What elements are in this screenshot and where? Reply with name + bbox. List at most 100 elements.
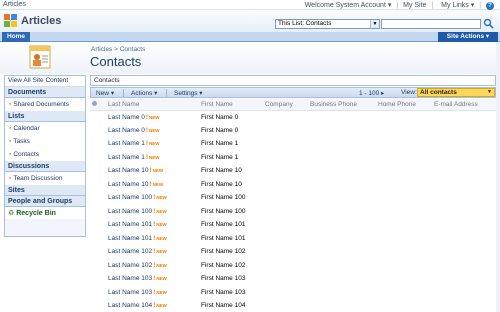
help-icon[interactable]: ? <box>486 2 494 10</box>
search-input[interactable] <box>381 19 481 29</box>
first-name-cell: First Name 104 <box>201 302 246 310</box>
nav-head-discussions[interactable]: Discussions <box>5 161 85 172</box>
new-item-icon: ! <box>153 207 156 215</box>
breadcrumb[interactable]: Articles > Contacts <box>91 46 145 53</box>
table-row[interactable]: Last Name 0!NEW First Name 0 <box>90 124 496 138</box>
nav-head-documents[interactable]: Documents <box>5 87 85 98</box>
table-row[interactable]: Last Name 0!NEW First Name 0 <box>90 110 496 124</box>
table-row[interactable]: Last Name 103!NEW First Name 103 <box>90 272 496 286</box>
last-name-link[interactable]: Last Name 1 <box>108 140 145 147</box>
my-links-menu[interactable]: My Links ▾ <box>438 2 474 9</box>
last-name-link[interactable]: Last Name 100 <box>108 194 152 201</box>
column-header-first-name[interactable]: First Name <box>199 99 263 111</box>
search-icon[interactable] <box>483 18 494 29</box>
page-title: Contacts <box>90 54 142 69</box>
last-name-link[interactable]: Last Name 102 <box>108 248 152 255</box>
table-row[interactable]: Last Name 100!NEW First Name 100 <box>90 191 496 205</box>
search-scope-select[interactable]: This List: Contacts ▼ <box>275 19 380 29</box>
new-badge: NEW <box>156 262 167 268</box>
table-row[interactable]: Last Name 100!NEW First Name 100 <box>90 205 496 219</box>
column-header-home-phone[interactable]: Home Phone <box>376 99 432 111</box>
welcome-menu[interactable]: Welcome System Account ▾ <box>302 2 392 9</box>
title-area: Articles This List: Contacts ▼ <box>0 10 500 32</box>
quick-launch: View All Site Content Documents ▪ Shared … <box>4 75 86 237</box>
bullet-icon: ▪ <box>9 138 12 145</box>
first-name-cell: First Name 100 <box>201 207 246 215</box>
bullet-icon: ▪ <box>9 125 12 132</box>
last-name-link[interactable]: Last Name 1 <box>108 154 145 161</box>
nav-head-lists[interactable]: Lists <box>5 111 85 122</box>
actions-menu[interactable]: Actions ▾ <box>131 89 157 97</box>
nav-item-shared-documents[interactable]: ▪ Shared Documents <box>5 98 85 111</box>
new-badge: NEW <box>149 127 160 133</box>
new-item-icon: ! <box>153 261 156 269</box>
last-name-link[interactable]: Last Name 0 <box>108 114 145 121</box>
table-row[interactable]: Last Name 10!NEW First Name 10 <box>90 164 496 178</box>
new-badge: NEW <box>149 154 160 160</box>
column-header-email[interactable]: E-mail Address <box>432 99 496 111</box>
first-name-cell: First Name 0 <box>201 113 239 121</box>
attachment-column-icon[interactable] <box>90 99 106 111</box>
new-item-icon: ! <box>153 275 156 283</box>
my-site-link[interactable]: My Site <box>403 2 426 9</box>
last-name-link[interactable]: Last Name 102 <box>108 262 152 269</box>
nav-head-sites[interactable]: Sites <box>5 185 85 196</box>
new-item-icon: ! <box>153 288 156 296</box>
new-item-icon: ! <box>145 113 149 121</box>
last-name-link[interactable]: Last Name 10 <box>108 167 148 174</box>
column-header-company[interactable]: Company <box>263 99 308 111</box>
tab-home[interactable]: Home <box>2 32 30 42</box>
table-row[interactable]: Last Name 104!NEW First Name 104 <box>90 299 496 312</box>
last-name-link[interactable]: Last Name 101 <box>108 235 152 242</box>
new-item-icon: ! <box>153 221 156 229</box>
nav-head-people-and-groups[interactable]: People and Groups <box>5 196 85 207</box>
new-badge: NEW <box>156 303 167 309</box>
new-badge: NEW <box>149 114 160 120</box>
table-row[interactable]: Last Name 1!NEW First Name 1 <box>90 137 496 151</box>
new-badge: NEW <box>156 208 167 214</box>
new-item-icon: ! <box>153 234 156 242</box>
table-row[interactable]: Last Name 101!NEW First Name 101 <box>90 218 496 232</box>
table-row[interactable]: Last Name 103!NEW First Name 103 <box>90 286 496 300</box>
new-badge: NEW <box>156 276 167 282</box>
column-header-business-phone[interactable]: Business Phone <box>308 99 376 111</box>
view-select[interactable]: All contacts ▼ <box>417 88 495 97</box>
contacts-list-icon <box>29 45 51 69</box>
last-name-link[interactable]: Last Name 103 <box>108 275 152 282</box>
table-row[interactable]: Last Name 102!NEW First Name 102 <box>90 245 496 259</box>
nav-item-tasks[interactable]: ▪ Tasks <box>5 135 85 148</box>
last-name-link[interactable]: Last Name 104 <box>108 302 152 309</box>
last-name-link[interactable]: Last Name 103 <box>108 289 152 296</box>
column-header-last-name[interactable]: Last Name <box>106 99 199 111</box>
last-name-link[interactable]: Last Name 0 <box>108 127 145 134</box>
last-name-link[interactable]: Last Name 101 <box>108 221 152 228</box>
site-logo-icon <box>4 14 18 28</box>
table-row[interactable]: Last Name 102!NEW First Name 102 <box>90 259 496 273</box>
first-name-cell: First Name 103 <box>201 288 246 296</box>
table-row[interactable]: Last Name 101!NEW First Name 101 <box>90 232 496 246</box>
global-links: Welcome System Account ▾ | My Site | My … <box>299 1 494 10</box>
table-row[interactable]: Last Name 1!NEW First Name 1 <box>90 151 496 165</box>
site-breadcrumb[interactable]: Articles <box>3 1 26 8</box>
new-item-icon: ! <box>145 153 149 161</box>
first-name-cell: First Name 102 <box>201 248 246 256</box>
nav-item-calendar[interactable]: ▪ Calendar <box>5 122 85 135</box>
new-menu[interactable]: New ▾ <box>96 89 114 97</box>
table-header-row: Last Name First Name Company Business Ph… <box>90 99 496 111</box>
page-scrollbar[interactable] <box>496 42 500 312</box>
last-name-link[interactable]: Last Name 10 <box>108 181 148 188</box>
nav-item-contacts[interactable]: ▪ Contacts <box>5 148 85 161</box>
app-title[interactable]: Articles <box>21 15 61 27</box>
paging-info[interactable]: 1 - 100 ▸ <box>359 89 384 97</box>
settings-menu[interactable]: Settings ▾ <box>174 89 203 97</box>
bullet-icon: ▪ <box>9 101 12 108</box>
table-row[interactable]: Last Name 10!NEW First Name 10 <box>90 178 496 192</box>
nav-item-team-discussion[interactable]: ▪ Team Discussion <box>5 172 85 185</box>
recycle-bin-link[interactable]: ♻ Recycle Bin <box>5 207 85 219</box>
last-name-link[interactable]: Last Name 100 <box>108 208 152 215</box>
chevron-down-icon: ▼ <box>370 20 379 28</box>
site-actions-button[interactable]: Site Actions ▾ <box>438 32 498 42</box>
view-all-site-content-link[interactable]: View All Site Content <box>5 76 85 87</box>
new-item-icon: ! <box>149 180 152 188</box>
first-name-cell: First Name 0 <box>201 126 239 134</box>
